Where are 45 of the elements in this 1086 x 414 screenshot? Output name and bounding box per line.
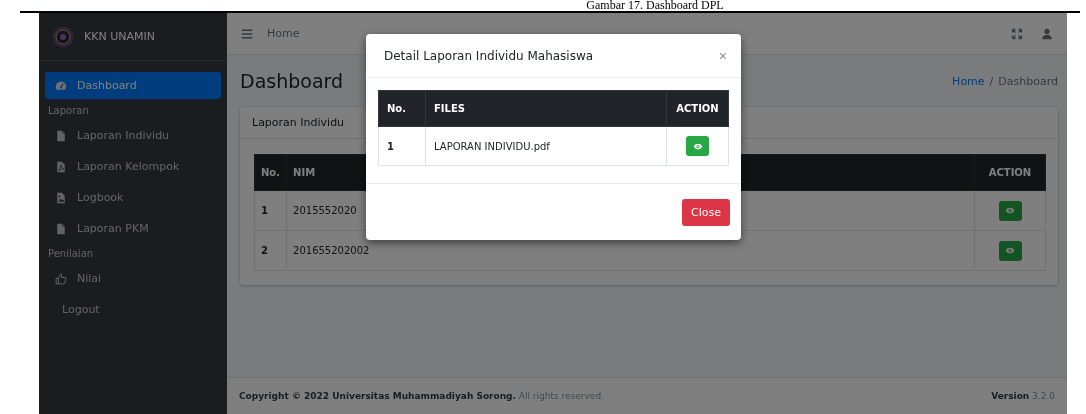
logo-icon xyxy=(52,25,74,48)
close-button[interactable]: × xyxy=(718,47,727,64)
nav-section-label: Laporan xyxy=(47,104,90,118)
column-header: FILES xyxy=(425,90,667,127)
expand-icon[interactable] xyxy=(1011,27,1023,40)
figure-caption: Gambar 17. Dashboard DPL xyxy=(585,0,724,11)
breadcrumb-current: Dashboard xyxy=(998,74,1058,88)
thumbs-up-icon xyxy=(55,272,67,285)
user-icon[interactable] xyxy=(1041,27,1053,40)
view-button[interactable] xyxy=(998,200,1022,221)
breadcrumb-separator: / xyxy=(989,74,994,88)
column-header: ACTION xyxy=(974,154,1046,191)
modal-title: Detail Laporan Individu Mahasiswa xyxy=(384,48,594,63)
sidebar-item[interactable]: Laporan PKM xyxy=(45,215,221,242)
sidebar-item[interactable]: Logbook xyxy=(45,184,221,211)
table-cell: 1 xyxy=(378,126,426,166)
eye-icon xyxy=(1005,207,1015,214)
breadcrumb-link[interactable]: Home xyxy=(952,74,985,88)
sidebar-item[interactable]: Nilai xyxy=(45,265,221,292)
eye-icon xyxy=(1005,247,1015,254)
menu-icon[interactable] xyxy=(241,27,253,40)
view-button[interactable] xyxy=(998,240,1022,261)
table-cell: 1 xyxy=(254,190,287,231)
sidebar-item[interactable]: Laporan Individu xyxy=(45,122,221,149)
image-file-icon xyxy=(55,191,67,204)
page-title: Dashboard xyxy=(240,70,344,92)
nav-section-label: Penilaian xyxy=(47,247,95,261)
pdf-file-icon xyxy=(55,160,67,173)
column-header: ACTION xyxy=(666,90,729,127)
file-icon xyxy=(55,129,67,142)
gauge-icon xyxy=(55,79,67,92)
eye-icon xyxy=(692,142,703,150)
version-text: Version 3.2.0 xyxy=(991,391,1055,401)
sidebar-item[interactable]: Laporan Kelompok xyxy=(45,153,221,180)
brand-name: KKN UNAMIN xyxy=(84,30,155,43)
file-icon xyxy=(55,222,67,235)
view-button[interactable] xyxy=(686,136,709,156)
table-cell: LAPORAN INDIVIDU.pdf xyxy=(425,126,667,166)
column-header: No. xyxy=(378,90,426,127)
sidebar-item[interactable]: Logout xyxy=(45,296,221,323)
table-cell: 2 xyxy=(254,230,287,271)
column-header: No. xyxy=(254,154,287,191)
home-link[interactable]: Home xyxy=(267,27,300,40)
sidebar-item[interactable]: Dashboard xyxy=(45,72,221,99)
close-button[interactable]: Close xyxy=(682,198,730,226)
